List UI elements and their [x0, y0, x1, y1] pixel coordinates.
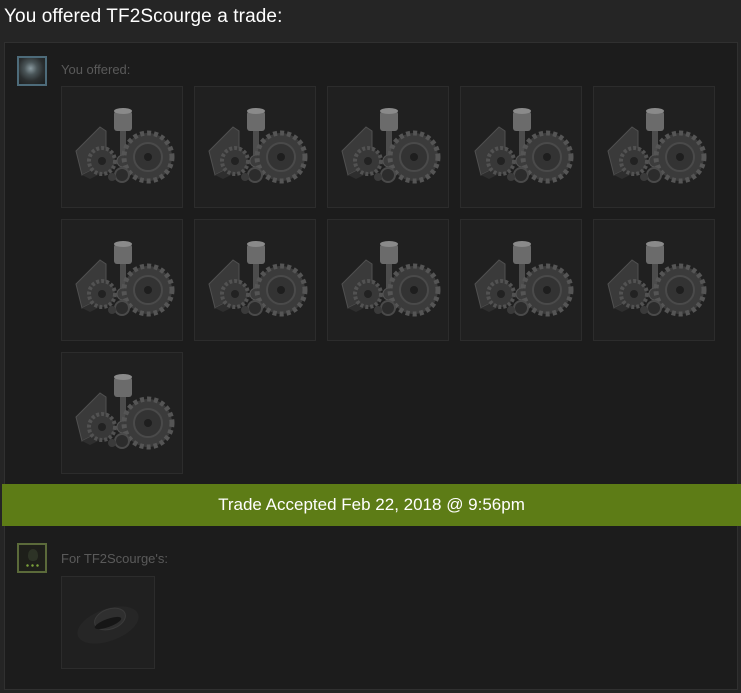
- leaf-icon: [28, 549, 38, 561]
- received-item[interactable]: [61, 576, 155, 669]
- trade-status-banner: Trade Accepted Feb 22, 2018 @ 9:56pm: [2, 484, 741, 526]
- offered-item[interactable]: [460, 219, 582, 341]
- you-offered-label: You offered:: [61, 62, 131, 77]
- partner-avatar[interactable]: [17, 543, 47, 573]
- dots-icon: [25, 564, 39, 567]
- offered-item[interactable]: [61, 86, 183, 208]
- offered-item[interactable]: [593, 219, 715, 341]
- offered-item[interactable]: [194, 86, 316, 208]
- offered-item[interactable]: [61, 352, 183, 474]
- offered-item[interactable]: [593, 86, 715, 208]
- for-partner-label: For TF2Scourge's:: [61, 551, 169, 566]
- offered-item[interactable]: [327, 219, 449, 341]
- your-avatar[interactable]: [17, 56, 47, 86]
- offered-item[interactable]: [61, 219, 183, 341]
- offered-item[interactable]: [327, 86, 449, 208]
- trade-status-text: Trade Accepted Feb 22, 2018 @ 9:56pm: [218, 495, 525, 514]
- offered-item[interactable]: [460, 86, 582, 208]
- trade-header: You offered TF2Scourge a trade:: [4, 6, 283, 27]
- offered-item[interactable]: [194, 219, 316, 341]
